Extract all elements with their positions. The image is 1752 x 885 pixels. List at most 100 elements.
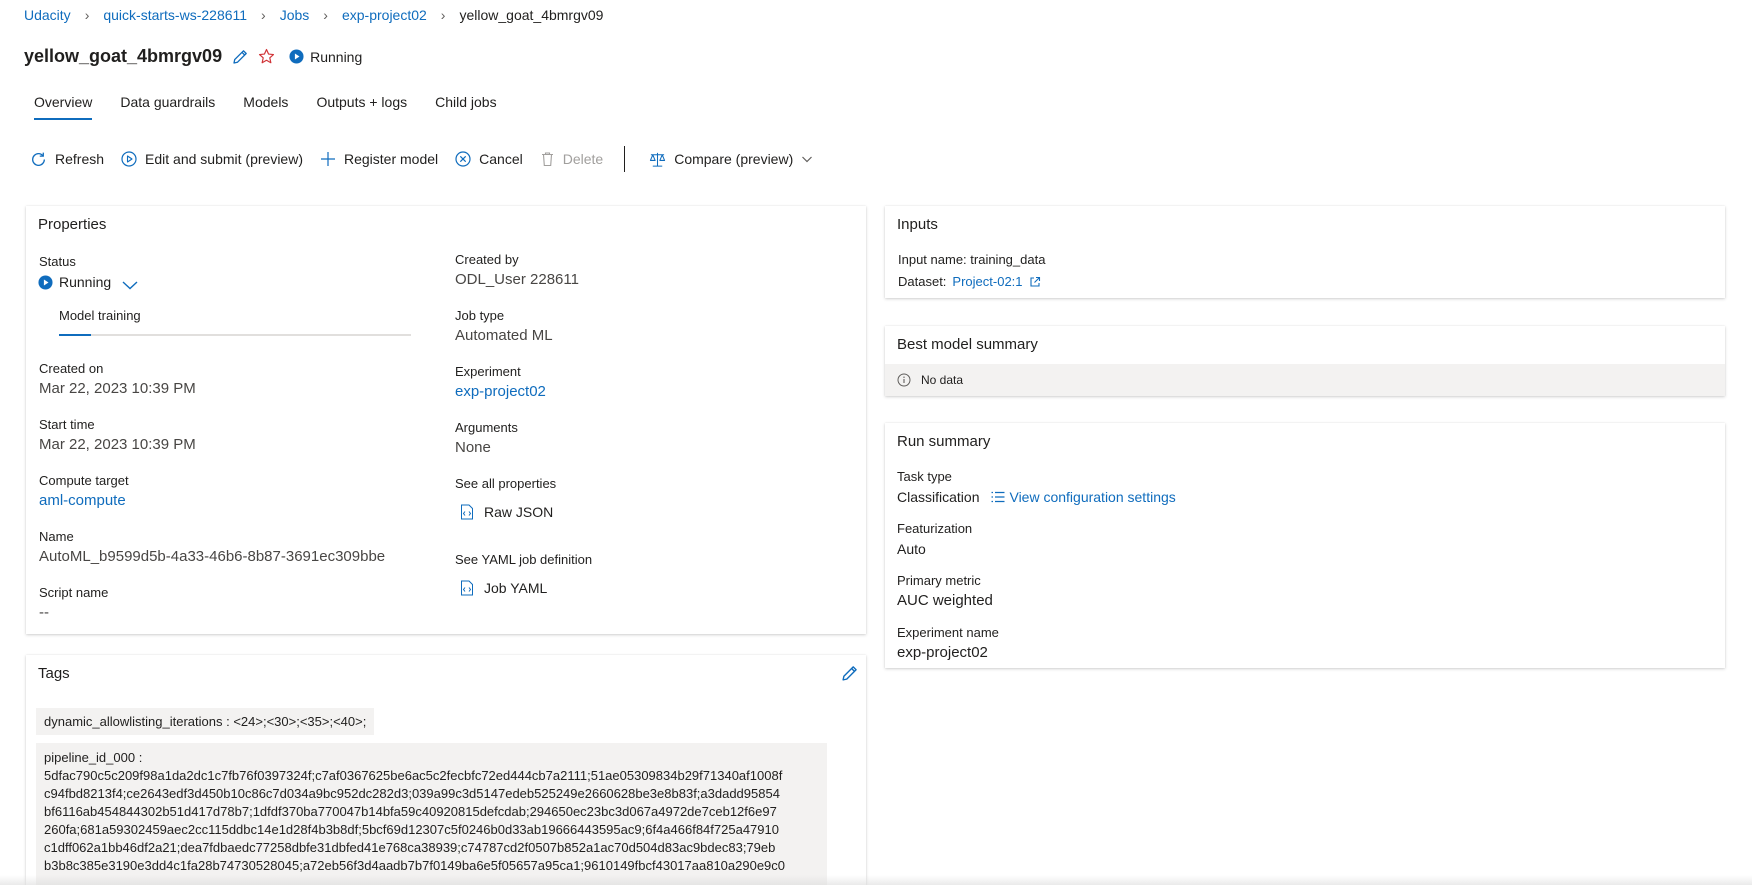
status-value-row[interactable]: Running	[38, 273, 139, 291]
cancel-button[interactable]: Cancel	[455, 151, 523, 167]
task-type-value: Classification	[897, 489, 980, 505]
no-data-text: No data	[921, 373, 964, 387]
edit-submit-label: Edit and submit (preview)	[145, 151, 303, 167]
register-model-button[interactable]: Register model	[320, 151, 438, 167]
tab-models[interactable]: Models	[243, 94, 288, 120]
compare-button[interactable]: Compare (preview)	[649, 151, 813, 168]
arguments-value: None	[455, 439, 491, 456]
properties-card: Properties Status Running Model training…	[26, 206, 866, 634]
view-config-label: View configuration settings	[1009, 489, 1176, 505]
code-file-icon	[461, 580, 473, 596]
job-type-label: Job type	[455, 308, 505, 323]
start-time-value: Mar 22, 2023 10:39 PM	[39, 436, 196, 453]
tags-title: Tags	[38, 665, 70, 682]
breadcrumb-jobs[interactable]: Jobs	[280, 7, 310, 23]
dataset-link[interactable]: Project-02:1	[952, 274, 1022, 289]
refresh-icon	[32, 152, 45, 166]
progress-step-label: Model training	[59, 308, 141, 323]
tab-outputs-logs[interactable]: Outputs + logs	[316, 94, 407, 120]
job-type-value: Automated ML	[455, 327, 553, 344]
task-type-label: Task type	[897, 469, 952, 484]
chevron-right-icon: ›	[323, 7, 328, 23]
status-label: Status	[39, 254, 76, 269]
tag-pipeline: pipeline_id_000 : 5dfac790c5c209f98a1da2…	[36, 743, 827, 885]
toolbar-divider	[624, 146, 626, 172]
breadcrumb: Udacity › quick-starts-ws-228611 › Jobs …	[24, 7, 603, 23]
command-bar: Refresh Edit and submit (preview) Regist…	[30, 146, 830, 172]
inputs-card: Inputs Input name: training_data Dataset…	[885, 206, 1725, 298]
breadcrumb-udacity[interactable]: Udacity	[24, 7, 71, 23]
dataset-label: Dataset:	[898, 274, 947, 289]
play-circle-icon	[121, 151, 137, 167]
job-yaml-link[interactable]: Job YAML	[460, 580, 547, 596]
experiment-link[interactable]: exp-project02	[455, 383, 546, 400]
edit-pencil-icon[interactable]	[841, 665, 858, 682]
tab-data-guardrails[interactable]: Data guardrails	[120, 94, 215, 120]
plus-icon	[320, 152, 335, 166]
progress-track	[59, 334, 411, 336]
tags-card: Tags dynamic_allowlisting_iterations : <…	[26, 655, 866, 885]
compare-label: Compare (preview)	[674, 151, 794, 167]
register-model-label: Register model	[343, 151, 439, 167]
featurization-value: Auto	[897, 541, 926, 557]
task-type-row: Classification View configuration settin…	[897, 489, 1176, 505]
compare-scale-icon	[650, 152, 666, 167]
tag-pipeline-key: pipeline_id_000 :	[44, 750, 143, 765]
page-title: yellow_goat_4bmrgv09	[24, 46, 223, 66]
chevron-right-icon: ›	[440, 7, 446, 23]
tag-pipeline-line: c1dff062a1bb46df2a21;dea7fdbaedc77258dbf…	[44, 840, 776, 855]
featurization-label: Featurization	[897, 521, 973, 536]
arguments-label: Arguments	[455, 420, 518, 435]
cancel-circle-icon	[455, 151, 471, 167]
tab-overview[interactable]: Overview	[34, 94, 93, 120]
dataset-row: Dataset: Project-02:1	[898, 274, 1041, 289]
experiment-name-value: exp-project02	[897, 644, 988, 661]
breadcrumb-workspace[interactable]: quick-starts-ws-228611	[103, 7, 247, 23]
title-row: yellow_goat_4bmrgv09 Running	[24, 46, 362, 67]
created-on-value: Mar 22, 2023 10:39 PM	[39, 380, 196, 397]
chevron-down-icon	[802, 156, 813, 163]
refresh-button[interactable]: Refresh	[30, 151, 104, 168]
trash-icon	[541, 152, 553, 167]
info-icon	[897, 373, 911, 387]
cancel-label: Cancel	[479, 151, 523, 167]
script-name-value: --	[39, 604, 49, 621]
experiment-name-label: Experiment name	[897, 625, 999, 640]
no-data-banner: No data	[885, 364, 1725, 396]
external-link-icon[interactable]	[1029, 276, 1041, 288]
delete-button[interactable]: Delete	[540, 151, 603, 167]
script-name-label: Script name	[39, 585, 109, 600]
edit-pencil-icon[interactable]	[232, 49, 248, 65]
refresh-label: Refresh	[55, 151, 105, 167]
tab-child-jobs[interactable]: Child jobs	[435, 94, 496, 120]
status-indicator: Running	[289, 49, 362, 65]
breadcrumb-current: yellow_goat_4bmrgv09	[459, 7, 604, 23]
scroll-fade	[0, 875, 1752, 885]
tag-pipeline-line: 260fa;681a59302459aec2cc115ddbc14e1d28f4…	[44, 822, 779, 837]
start-time-label: Start time	[39, 417, 95, 432]
star-favorite-icon[interactable]	[258, 48, 275, 65]
job-yaml-label: Job YAML	[484, 580, 548, 596]
view-config-link[interactable]: View configuration settings	[991, 489, 1176, 505]
code-file-icon	[461, 504, 473, 520]
edit-submit-button[interactable]: Edit and submit (preview)	[121, 151, 303, 167]
compute-target-link[interactable]: aml-compute	[39, 492, 126, 509]
breadcrumb-experiment[interactable]: exp-project02	[342, 7, 427, 23]
created-by-value: ODL_User 228611	[455, 271, 579, 288]
chevron-right-icon: ›	[84, 7, 90, 23]
tag-pipeline-line: c94fbd8213f4;ce2643edf3d450b10c86c7d034a…	[44, 786, 780, 801]
tab-bar: Overview Data guardrails Models Outputs …	[34, 94, 525, 120]
created-by-label: Created by	[455, 252, 519, 267]
tag-pipeline-line: bf6116ab454844302b51d417d78b7;1dfdf370ba…	[44, 804, 777, 819]
list-icon	[991, 491, 1005, 503]
name-value: AutoML_b9599d5b-4a33-46b6-8b87-3691ec309…	[39, 548, 386, 565]
inputs-title: Inputs	[897, 216, 938, 233]
raw-json-link[interactable]: Raw JSON	[460, 504, 553, 520]
chevron-down-icon[interactable]	[121, 279, 139, 291]
status-value: Running	[59, 274, 112, 290]
best-model-card: Best model summary No data	[885, 326, 1725, 396]
input-name: Input name: training_data	[898, 252, 1046, 267]
raw-json-label: Raw JSON	[484, 504, 554, 520]
status-text: Running	[310, 48, 363, 65]
tag-pipeline-line: 5dfac790c5c209f98a1da2dc1c7fb76f0397324f…	[44, 768, 783, 783]
